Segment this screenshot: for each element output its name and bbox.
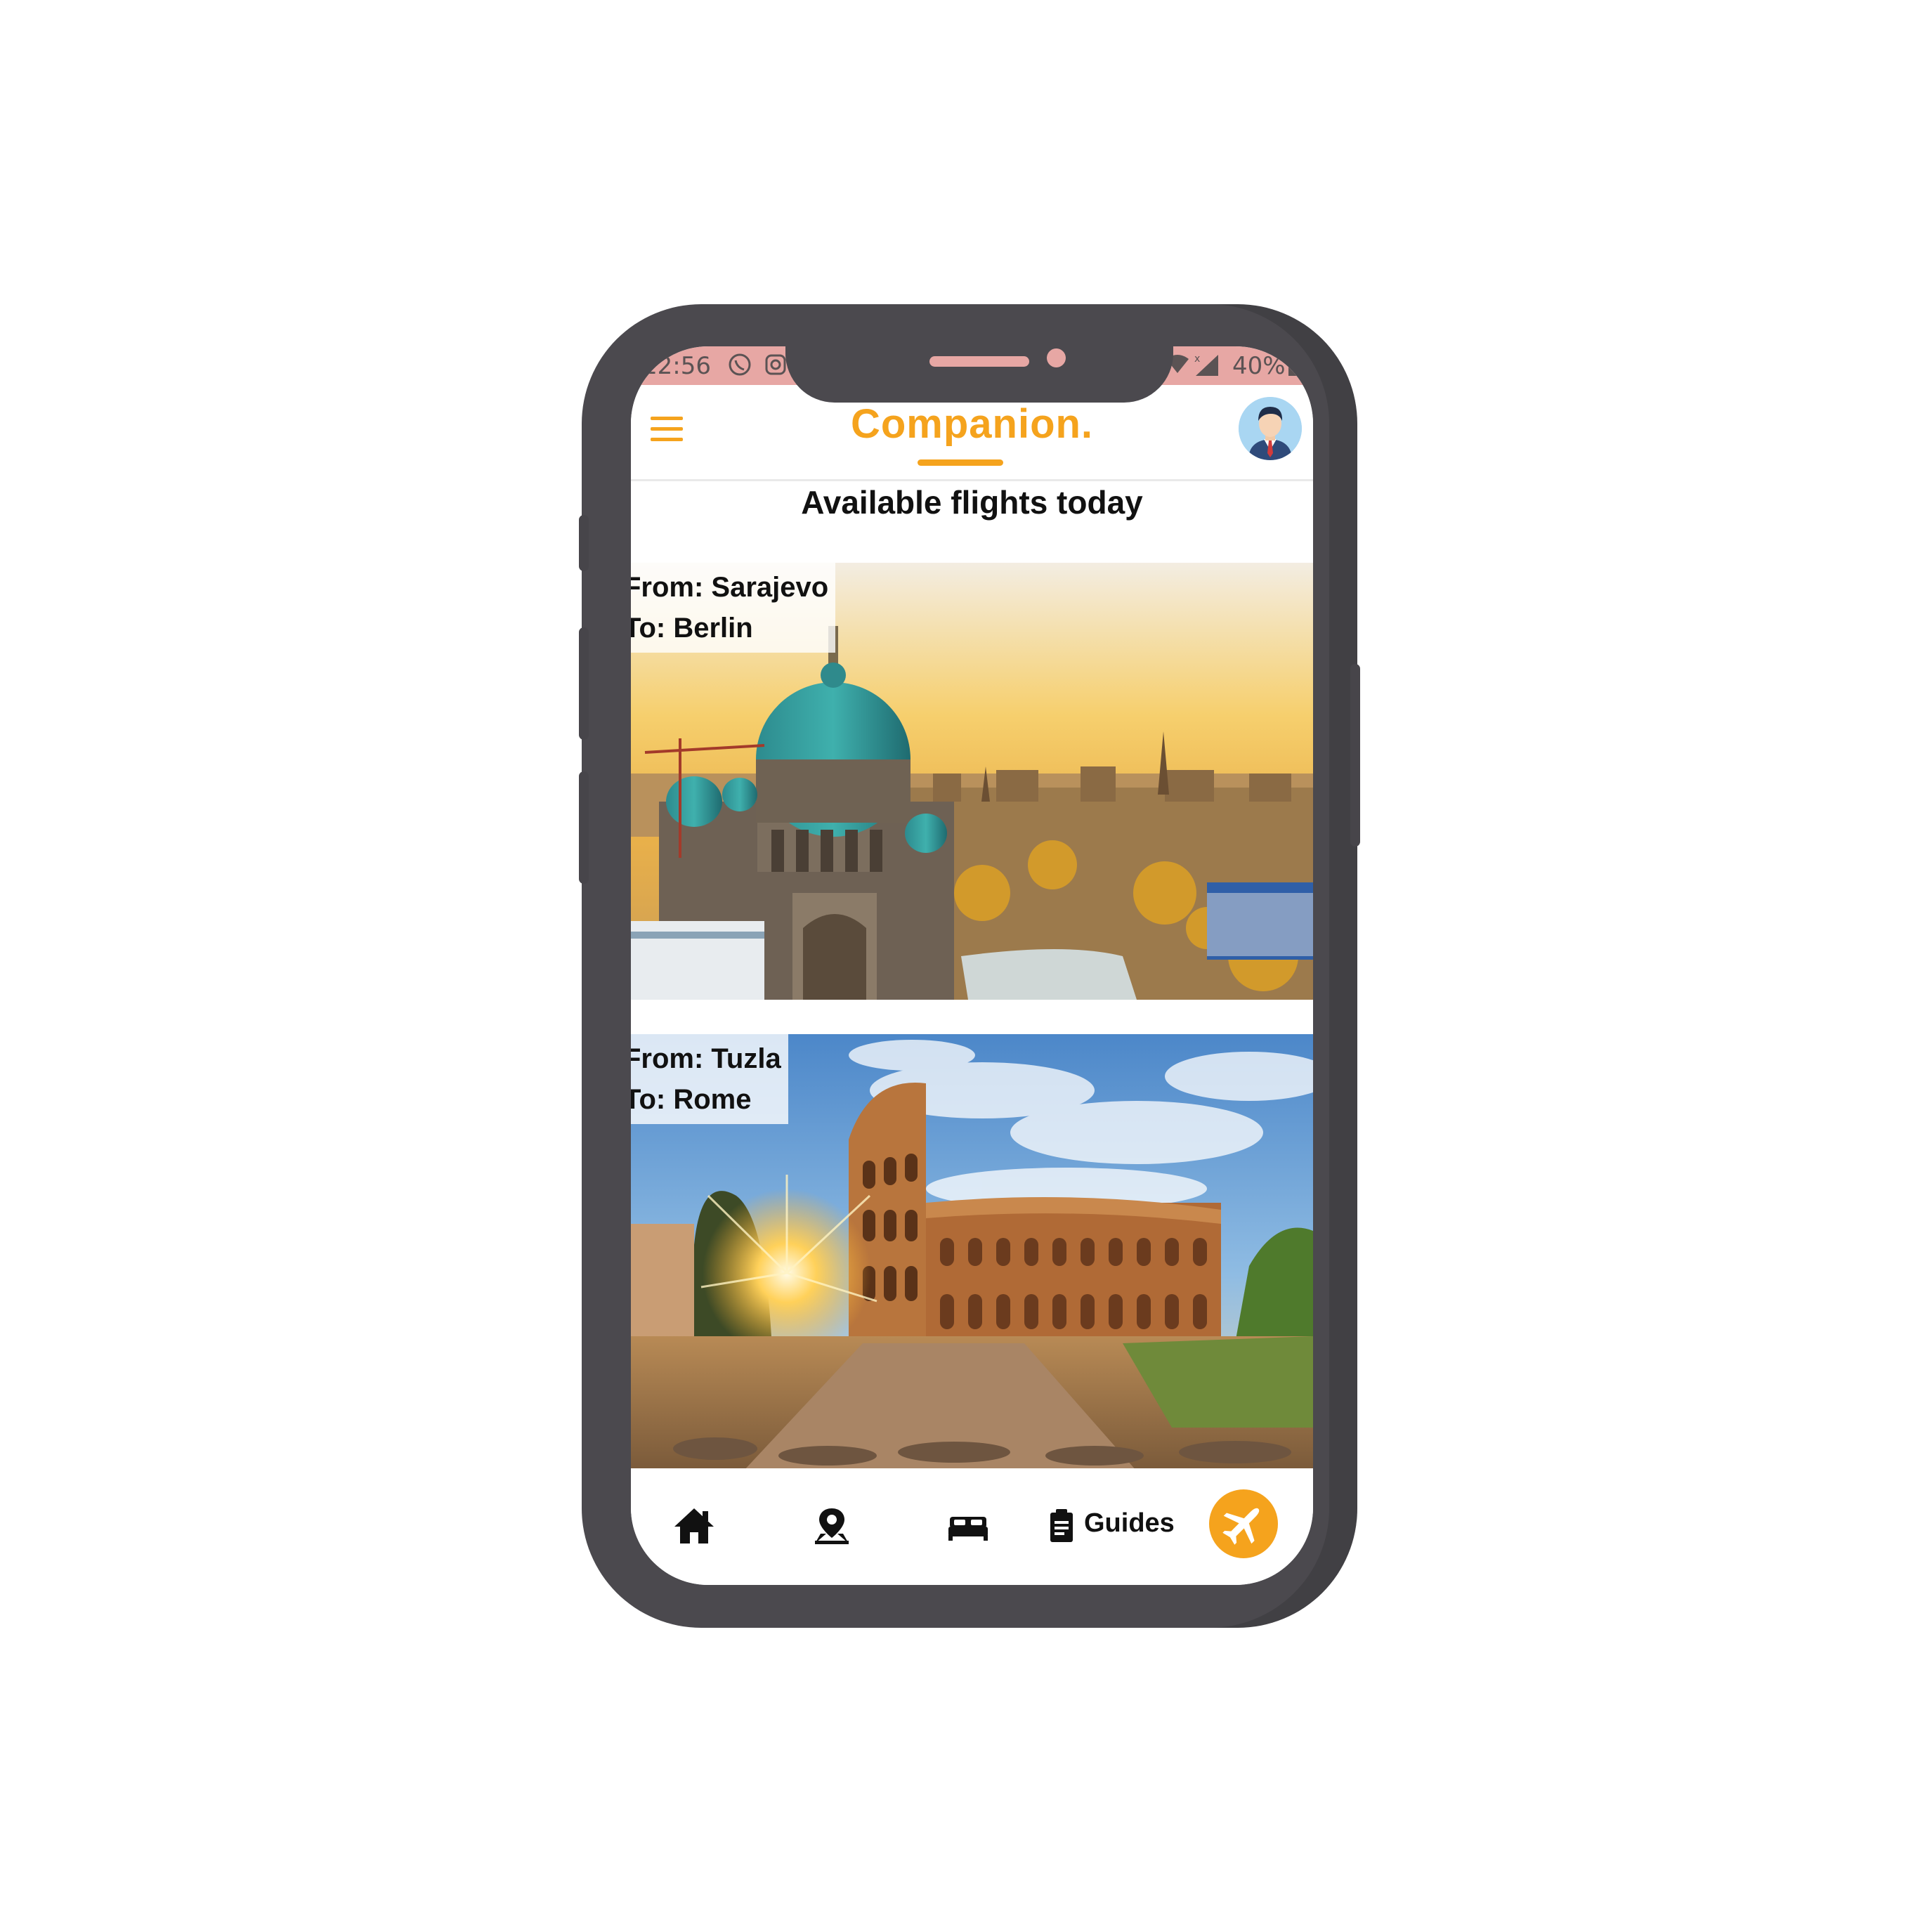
flight-to: To: Rome xyxy=(631,1084,752,1115)
clipboard-icon xyxy=(1050,1509,1073,1542)
battery-percent: 40% xyxy=(1232,352,1286,380)
page-title: Available flights today xyxy=(801,484,1143,521)
phone-side-button-left-3 xyxy=(579,771,589,884)
user-avatar-icon xyxy=(1239,397,1302,460)
status-time: 12:56 xyxy=(642,352,711,380)
flight-card-rome[interactable]: From: Tuzla To: Rome xyxy=(631,1034,1313,1471)
flight-to: To: Berlin xyxy=(631,613,753,644)
phone-side-button-right xyxy=(1350,664,1360,847)
user-avatar[interactable] xyxy=(1239,397,1302,460)
app-brand-title: Companion. xyxy=(850,401,1094,447)
flight-card-berlin[interactable]: From: Sarajevo To: Berlin xyxy=(631,563,1313,1000)
bed-icon xyxy=(948,1517,988,1541)
home-icon xyxy=(674,1508,714,1543)
airplane-icon xyxy=(1222,1508,1260,1545)
svg-text:x: x xyxy=(1194,353,1200,365)
nav-guides-label[interactable]: Guides xyxy=(1084,1508,1175,1539)
phone-screen: 12:56 x 40% Companion. Available flights… xyxy=(631,346,1313,1585)
nav-map[interactable] xyxy=(811,1507,853,1548)
map-pin-icon xyxy=(815,1508,849,1544)
battery-icon xyxy=(1288,356,1301,376)
viber-icon xyxy=(727,352,752,384)
signal-icon: x xyxy=(1193,352,1221,384)
bottom-navigation: Guides xyxy=(631,1468,1313,1585)
instagram-icon xyxy=(764,353,787,382)
phone-side-button-left-1 xyxy=(579,515,589,571)
nav-home[interactable] xyxy=(673,1507,715,1548)
brand-underline xyxy=(918,459,1003,466)
flight-route-label: From: Sarajevo To: Berlin xyxy=(631,563,836,653)
phone-side-button-left-2 xyxy=(579,627,589,740)
flight-from: From: Sarajevo xyxy=(631,572,829,603)
flights-fab-button[interactable] xyxy=(1209,1489,1278,1558)
phone-front-camera xyxy=(1047,348,1066,367)
flight-from: From: Tuzla xyxy=(631,1043,781,1074)
flight-route-label: From: Tuzla To: Rome xyxy=(631,1034,788,1124)
nav-guides[interactable] xyxy=(1047,1507,1076,1548)
phone-speaker xyxy=(929,356,1029,367)
nav-hotels[interactable] xyxy=(947,1507,989,1548)
phone-notch xyxy=(785,343,1173,403)
